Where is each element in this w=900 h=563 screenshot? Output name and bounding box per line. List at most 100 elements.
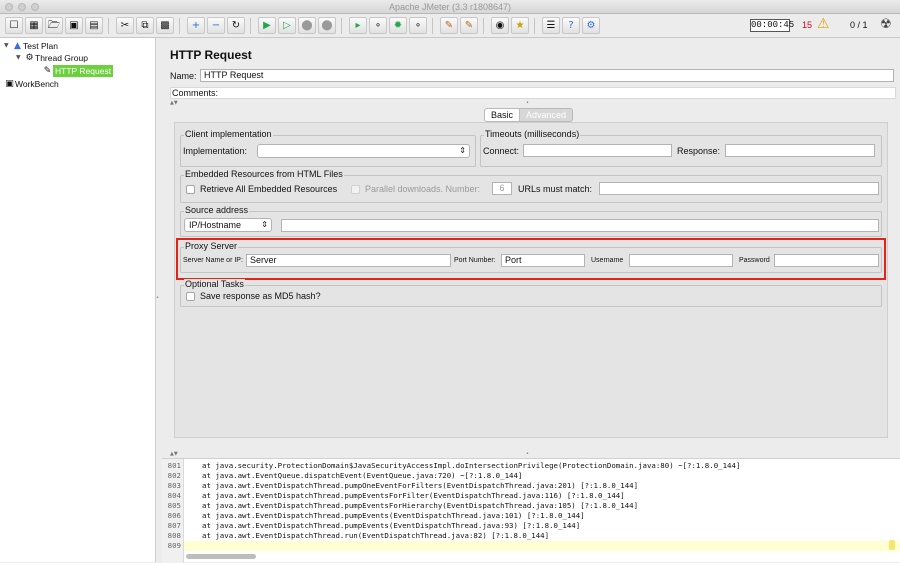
tree-splitter-handle-icon[interactable]: •	[156, 296, 159, 301]
toolbar-separator	[250, 18, 251, 34]
username-label: Username	[591, 257, 624, 264]
optional-tasks-group: Optional Tasks Save response as MD5 hash…	[180, 279, 882, 307]
tab-basic[interactable]: Basic	[484, 108, 521, 122]
port-number-label: Port Number:	[454, 257, 496, 264]
cut-icon[interactable]: ✂	[116, 17, 134, 34]
expand-icon[interactable]: +	[187, 17, 205, 34]
splitter-handle-icon[interactable]: •	[526, 101, 529, 106]
name-field[interactable]: HTTP Request	[200, 69, 894, 82]
help-icon[interactable]: ?	[562, 17, 580, 34]
tree-item-label: Thread Group	[35, 53, 88, 63]
implementation-label: Implementation:	[183, 146, 248, 156]
expand-triangle-icon[interactable]: ▼	[16, 52, 24, 64]
timeouts-legend: Timeouts (milliseconds)	[484, 129, 581, 139]
parallel-downloads-label: Parallel downloads. Number:	[365, 184, 481, 194]
elapsed-timer: 00:00:45	[750, 19, 795, 32]
log-line: 807 at java.awt.EventDispatchThread.pumpE…	[167, 521, 581, 530]
toolbar: ☐ ▦ 🗁 ▣ ▤ ✂ ⧉ ▩ + − ↻ ▶ ▷ ⬤ ⬤ ▸ ∘ ✹ ∘ ✎ …	[0, 14, 900, 38]
sampler-icon: ✎	[43, 66, 52, 76]
tree-item-test-plan[interactable]: ▼ ▲ Test Plan	[4, 40, 58, 52]
horizontal-scrollbar[interactable]	[186, 554, 256, 559]
clear-icon[interactable]: ✎	[440, 17, 458, 34]
splitter-handle-icon[interactable]: •	[526, 452, 529, 457]
connect-timeout-field[interactable]	[523, 144, 672, 157]
current-line-highlight	[184, 541, 900, 551]
tree-item-label: Test Plan	[23, 41, 58, 51]
timeouts-group: Timeouts (milliseconds) Connect: Respons…	[480, 129, 882, 167]
source-address-type-select[interactable]: IP/Hostname ⇕	[184, 218, 272, 232]
select-arrows-icon: ⇕	[459, 146, 466, 155]
close-window-button[interactable]	[5, 3, 13, 11]
name-label: Name:	[170, 71, 197, 81]
log-line: 801 at java.security.ProtectionDomain$Jav…	[167, 461, 741, 470]
log-line: 804 at java.awt.EventDispatchThread.pumpE…	[167, 491, 625, 500]
urls-must-match-field[interactable]	[599, 182, 879, 195]
expand-triangle-icon[interactable]: ▼	[4, 40, 12, 52]
proxy-port-field[interactable]: Port	[501, 254, 585, 267]
toolbar-separator	[179, 18, 180, 34]
proxy-server-legend: Proxy Server	[184, 241, 239, 251]
splitter-arrows-icon[interactable]: ▲▼	[170, 452, 178, 457]
proxy-username-field[interactable]	[629, 254, 733, 267]
comments-label: Comments:	[172, 88, 219, 98]
toolbar-separator	[534, 18, 535, 34]
collapse-icon[interactable]: −	[207, 17, 225, 34]
zoom-window-button[interactable]	[31, 3, 39, 11]
client-implementation-group: Client implementation Implementation: ⇕	[180, 129, 476, 167]
log-viewer-icon[interactable]: ⚙	[582, 17, 600, 34]
log-line: 805 at java.awt.EventDispatchThread.pumpE…	[167, 501, 639, 510]
remote-stop-all-icon[interactable]: ∘	[409, 17, 427, 34]
tree-item-workbench[interactable]: ▣ WorkBench	[4, 78, 59, 90]
copy-icon[interactable]: ⧉	[136, 17, 154, 34]
clear-all-icon[interactable]: ✎	[460, 17, 478, 34]
save-icon[interactable]: ▣	[65, 17, 83, 34]
toggle-icon[interactable]: ↻	[227, 17, 245, 34]
toolbar-separator	[432, 18, 433, 34]
start-icon[interactable]: ▶	[258, 17, 276, 34]
remote-start-all-icon[interactable]: ✹	[389, 17, 407, 34]
source-address-group: Source address IP/Hostname ⇕	[180, 205, 882, 237]
vertical-scrollbar[interactable]	[889, 540, 895, 550]
retrieve-embedded-label: Retrieve All Embedded Resources	[200, 184, 338, 194]
start-no-pause-icon[interactable]: ▷	[278, 17, 296, 34]
md5-checkbox[interactable]	[186, 292, 195, 301]
remote-start-icon[interactable]: ▸	[349, 17, 367, 34]
implementation-select[interactable]: ⇕	[257, 144, 470, 158]
parallel-downloads-field: 6	[492, 182, 512, 195]
function-helper-icon[interactable]: ☰	[542, 17, 560, 34]
reset-search-icon[interactable]: ★	[511, 17, 529, 34]
source-address-field[interactable]	[281, 219, 879, 232]
warning-icon[interactable]: ⚠	[817, 16, 830, 32]
search-icon[interactable]: ◉	[491, 17, 509, 34]
tree-item-http-request[interactable]: ✎ HTTP Request	[42, 65, 114, 77]
minimize-window-button[interactable]	[18, 3, 26, 11]
toolbar-separator	[341, 18, 342, 34]
remote-hosts-icon[interactable]: ☢	[880, 17, 892, 32]
splitter-arrows-icon[interactable]: ▲▼	[170, 101, 178, 106]
test-plan-icon: ▲	[14, 41, 21, 51]
tree-item-thread-group[interactable]: ▼ ⚙ Thread Group	[16, 52, 88, 64]
server-name-label: Server Name or IP:	[183, 257, 243, 264]
log-viewer[interactable]: 801 at java.security.ProtectionDomain$Jav…	[162, 458, 900, 563]
shutdown-icon[interactable]: ⬤	[318, 17, 336, 34]
templates-icon[interactable]: ▦	[25, 17, 43, 34]
paste-icon[interactable]: ▩	[156, 17, 174, 34]
comments-field[interactable]: Comments:	[170, 87, 896, 99]
proxy-password-field[interactable]	[774, 254, 879, 267]
toolbar-separator	[483, 18, 484, 34]
workbench-icon: ▣	[5, 79, 14, 89]
embedded-resources-group: Embedded Resources from HTML Files Retri…	[180, 169, 882, 203]
name-row: Name: HTTP Request	[170, 69, 896, 83]
stop-icon[interactable]: ⬤	[298, 17, 316, 34]
password-label: Password	[739, 257, 770, 264]
optional-tasks-legend: Optional Tasks	[184, 279, 245, 289]
title-bar: Apache JMeter (3.3 r1808647)	[0, 0, 900, 14]
save-as-icon[interactable]: ▤	[85, 17, 103, 34]
response-timeout-field[interactable]	[725, 144, 875, 157]
open-icon[interactable]: 🗁	[45, 17, 63, 34]
proxy-server-field[interactable]: Server	[246, 254, 451, 267]
new-icon[interactable]: ☐	[5, 17, 23, 34]
thread-group-icon: ⚙	[25, 53, 34, 63]
remote-stop-icon[interactable]: ∘	[369, 17, 387, 34]
retrieve-embedded-checkbox[interactable]	[186, 185, 195, 194]
